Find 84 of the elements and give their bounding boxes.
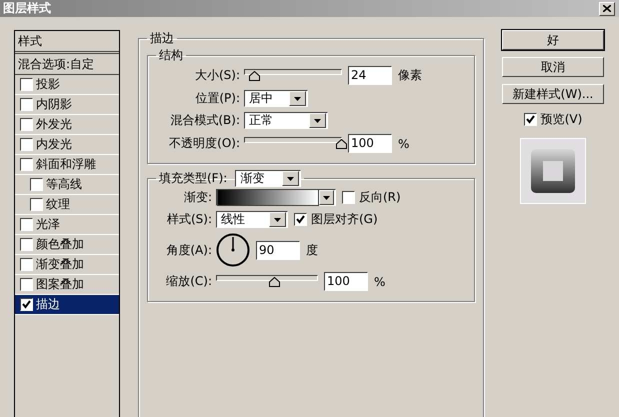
style-list-item[interactable]: 等高线	[15, 175, 119, 195]
style-list-item[interactable]: 光泽	[15, 215, 119, 235]
caret-icon	[294, 96, 301, 100]
style-list-item[interactable]: 纹理	[15, 195, 119, 215]
group-title: 结构	[158, 47, 184, 64]
field-label: 位置(P):	[194, 90, 240, 107]
checkbox[interactable]	[20, 218, 33, 231]
close-button[interactable]	[599, 2, 615, 16]
checkbox[interactable]	[20, 278, 33, 291]
style-label: 外发光	[36, 116, 72, 133]
style-list-item[interactable]: 斜面和浮雕	[15, 155, 119, 175]
style-label: 颜色叠加	[36, 236, 84, 253]
field-label: 缩放(C):	[165, 273, 212, 290]
blend-mode-dropdown[interactable]: 正常	[244, 112, 328, 129]
checkbox[interactable]	[20, 158, 33, 171]
style-label: 图案叠加	[36, 276, 84, 293]
checkbox[interactable]	[20, 298, 33, 311]
checkbox[interactable]	[20, 238, 33, 251]
caret-icon	[323, 196, 330, 200]
fill-type-dropdown[interactable]: 渐变	[235, 170, 302, 187]
style-label: 纹理	[46, 196, 70, 213]
dialog-button[interactable]: 取消	[502, 57, 604, 77]
checkbox[interactable]	[30, 198, 43, 211]
checkbox[interactable]	[524, 113, 537, 126]
style-list-item[interactable]: 渐变叠加	[15, 255, 119, 275]
unit-label: %	[374, 274, 386, 288]
field-label: 角度(A):	[165, 242, 212, 258]
checkbox[interactable]	[342, 191, 355, 204]
checkbox[interactable]	[20, 138, 33, 151]
checkbox[interactable]	[20, 78, 33, 91]
dropdown-arrow-button[interactable]	[289, 91, 306, 106]
styles-header: 样式	[15, 31, 119, 54]
dialog-button[interactable]: 好	[502, 30, 604, 50]
unit-label: 像素	[398, 67, 422, 84]
scale-input[interactable]: 100	[324, 272, 368, 291]
style-label: 内阴影	[36, 96, 72, 113]
checkbox-label: 图层对齐(G)	[311, 211, 378, 228]
checkbox-label: 预览(V)	[540, 111, 582, 128]
dropdown-arrow-button[interactable]	[282, 171, 300, 186]
checkbox-label: 反向(R)	[359, 189, 401, 206]
style-list-item[interactable]: 内发光	[15, 135, 119, 155]
field-label: 样式(S):	[166, 211, 212, 228]
style-list-item[interactable]: 投影	[15, 75, 119, 95]
checkbox[interactable]	[30, 178, 43, 191]
field-label: 填充类型(F):	[159, 170, 228, 187]
group-title: 描边	[149, 30, 175, 47]
style-label: 描边	[36, 296, 60, 313]
style-list-item[interactable]: 外发光	[15, 115, 119, 135]
opacity-input[interactable]: 100	[348, 134, 392, 153]
blending-options-item[interactable]: 混合选项:自定	[15, 54, 119, 75]
dropdown-arrow-button[interactable]	[269, 212, 286, 227]
style-label: 光泽	[36, 216, 60, 233]
style-dropdown[interactable]: 线性	[216, 211, 288, 228]
size-input[interactable]: 24	[348, 66, 392, 85]
style-label: 斜面和浮雕	[36, 156, 96, 173]
style-label: 投影	[36, 76, 60, 93]
field-label: 大小(S):	[194, 67, 240, 84]
preview-thumbnail-drawing	[531, 149, 575, 193]
style-list-item[interactable]: 描边	[15, 295, 119, 315]
style-list-item[interactable]: 颜色叠加	[15, 235, 119, 255]
dialog-button[interactable]: 新建样式(W)...	[502, 84, 604, 104]
angle-input[interactable]: 90	[256, 240, 300, 260]
checkbox[interactable]	[20, 118, 33, 131]
position-dropdown[interactable]: 居中	[244, 90, 308, 107]
checkbox[interactable]	[20, 258, 33, 271]
field-label: 渐变:	[182, 189, 212, 206]
angle-dial-icon[interactable]	[216, 233, 250, 267]
caret-icon	[314, 118, 321, 122]
style-label: 渐变叠加	[36, 256, 84, 273]
unit-label: %	[398, 136, 410, 150]
close-icon	[603, 5, 611, 12]
field-label: 不透明度(O):	[168, 135, 240, 152]
checkbox[interactable]	[294, 213, 307, 226]
dropdown-arrow-button[interactable]	[319, 190, 334, 205]
style-label: 等高线	[46, 176, 82, 193]
caret-icon	[287, 176, 294, 180]
field-label: 混合模式(B):	[169, 112, 240, 129]
caret-icon	[274, 218, 281, 222]
checkbox[interactable]	[20, 98, 33, 111]
style-label: 内发光	[36, 136, 72, 153]
style-list-item[interactable]: 内阴影	[15, 95, 119, 115]
unit-label: 度	[306, 242, 318, 258]
dropdown-arrow-button[interactable]	[309, 113, 326, 128]
window-title: 图层样式	[3, 0, 51, 17]
